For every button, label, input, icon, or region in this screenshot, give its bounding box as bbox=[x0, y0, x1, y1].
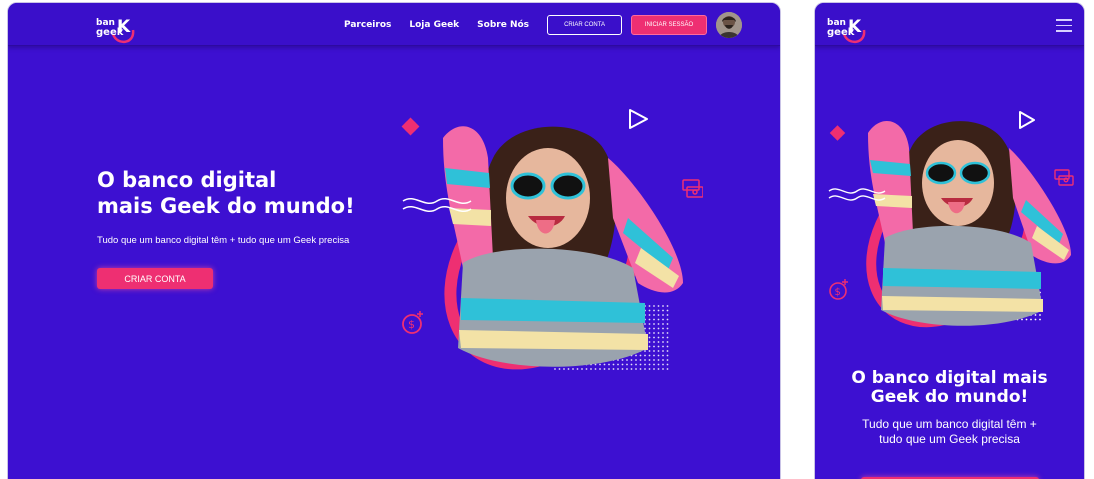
mobile-money-icon bbox=[1054, 169, 1074, 186]
mobile-header: ban geek K bbox=[815, 3, 1084, 46]
mobile-hero-title-line1: O banco digital mais bbox=[851, 368, 1048, 388]
avatar[interactable] bbox=[716, 11, 743, 38]
diamond-icon bbox=[401, 117, 420, 136]
mobile-hero-subtitle-line2: tudo que um Geek precisa bbox=[879, 432, 1020, 446]
nav-link-parceiros[interactable]: Parceiros bbox=[344, 20, 391, 30]
nav-link-sobre-nos[interactable]: Sobre Nós bbox=[477, 20, 529, 30]
login-button[interactable]: INICIAR SESSÃO bbox=[631, 14, 708, 35]
mobile-preview: ban geek K $ O banco digital mais Geek d… bbox=[814, 2, 1085, 479]
hero-cta-button[interactable]: CRIAR CONTA bbox=[97, 268, 213, 289]
hamburger-menu-icon[interactable] bbox=[1056, 19, 1072, 36]
logo-icon[interactable]: ban geek K bbox=[95, 12, 137, 44]
play-icon bbox=[629, 109, 648, 129]
mobile-logo-mark: K bbox=[848, 17, 862, 37]
hero-title-line1: O banco digital bbox=[97, 168, 277, 192]
hero-subtitle: Tudo que um banco digital têm + tudo que… bbox=[97, 235, 350, 246]
desktop-header: ban geek K Parceiros Loja Geek Sobre Nós… bbox=[8, 3, 780, 46]
logo-mark: K bbox=[117, 17, 131, 37]
desktop-nav: Parceiros Loja Geek Sobre Nós CRIAR CONT… bbox=[344, 3, 743, 46]
money-icon bbox=[682, 179, 703, 198]
mobile-play-icon bbox=[1019, 111, 1035, 129]
svg-text:$: $ bbox=[835, 287, 841, 298]
mobile-dollar-coin-icon: $ bbox=[829, 279, 848, 300]
mobile-diamond-icon bbox=[829, 125, 846, 141]
mobile-hero-illustration: $ bbox=[828, 111, 1074, 328]
mobile-hero-title: O banco digital mais Geek do mundo! bbox=[815, 369, 1084, 407]
hero-title: O banco digital mais Geek do mundo! bbox=[97, 167, 355, 219]
hero-title-line2: mais Geek do mundo! bbox=[97, 194, 355, 218]
mobile-hero-title-line2: Geek do mundo! bbox=[870, 387, 1029, 407]
mobile-hero-subtitle-line1: Tudo que um banco digital têm + bbox=[862, 417, 1037, 431]
nav-link-loja-geek[interactable]: Loja Geek bbox=[409, 20, 459, 30]
mobile-hero-subtitle: Tudo que um banco digital têm + tudo que… bbox=[815, 417, 1084, 447]
hero-illustration: $ bbox=[401, 109, 703, 371]
desktop-preview: ban geek K Parceiros Loja Geek Sobre Nós… bbox=[7, 2, 781, 479]
dollar-coin-icon: $ bbox=[402, 311, 423, 334]
mobile-logo-icon[interactable]: ban geek K bbox=[826, 12, 868, 44]
svg-text:$: $ bbox=[408, 318, 415, 331]
create-account-button[interactable]: CRIAR CONTA bbox=[547, 14, 623, 35]
